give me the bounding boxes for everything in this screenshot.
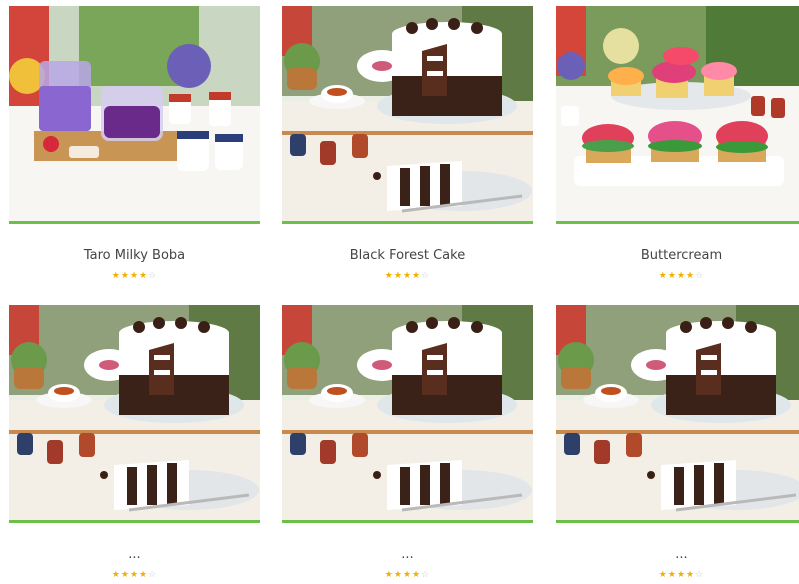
star-filled-icon: ★ xyxy=(120,271,130,281)
star-filled-icon: ★ xyxy=(111,570,121,580)
star-filled-icon: ★ xyxy=(667,570,677,580)
star-filled-icon: ★ xyxy=(658,271,668,281)
product-rating: ★★★★☆ xyxy=(556,570,799,580)
star-filled-icon: ★ xyxy=(120,570,130,580)
star-filled-icon: ★ xyxy=(667,271,677,281)
product-grid: Taro Milky Boba ★★★★☆ Black Forest Cake … xyxy=(0,0,799,584)
black-forest-cake-photo xyxy=(282,305,533,520)
product-card[interactable]: Taro Milky Boba ★★★★☆ xyxy=(9,6,260,281)
product-card[interactable]: ... ★★★★☆ xyxy=(282,305,533,580)
product-image[interactable] xyxy=(9,305,260,523)
black-forest-cake-photo xyxy=(9,305,260,520)
star-empty-icon: ☆ xyxy=(148,570,158,580)
star-empty-icon: ☆ xyxy=(421,271,431,281)
product-card[interactable]: ... ★★★★☆ xyxy=(9,305,260,580)
star-empty-icon: ☆ xyxy=(695,271,705,281)
star-filled-icon: ★ xyxy=(402,570,413,580)
star-filled-icon: ★ xyxy=(111,271,121,281)
product-image[interactable] xyxy=(556,305,799,523)
product-image[interactable] xyxy=(556,6,799,224)
product-card[interactable]: Buttercream ★★★★☆ xyxy=(556,6,799,281)
star-filled-icon: ★ xyxy=(139,271,149,281)
buttercream-cupcakes-photo xyxy=(556,6,799,221)
product-title[interactable]: Buttercream xyxy=(556,248,799,264)
star-filled-icon: ★ xyxy=(676,271,687,281)
product-card[interactable]: Black Forest Cake ★★★★☆ xyxy=(282,6,533,281)
star-empty-icon: ☆ xyxy=(148,271,158,281)
star-empty-icon: ☆ xyxy=(421,570,431,580)
star-filled-icon: ★ xyxy=(412,570,422,580)
product-title[interactable]: ... xyxy=(556,547,799,563)
product-image[interactable] xyxy=(282,6,533,224)
black-forest-cake-photo xyxy=(282,6,533,221)
star-filled-icon: ★ xyxy=(384,570,394,580)
product-title[interactable]: Black Forest Cake xyxy=(282,248,533,264)
star-filled-icon: ★ xyxy=(658,570,668,580)
product-card[interactable]: ... ★★★★☆ xyxy=(556,305,799,580)
product-rating: ★★★★☆ xyxy=(282,570,533,580)
product-rating: ★★★★☆ xyxy=(282,271,533,281)
star-filled-icon: ★ xyxy=(402,271,413,281)
star-empty-icon: ☆ xyxy=(695,570,705,580)
star-filled-icon: ★ xyxy=(393,570,403,580)
star-filled-icon: ★ xyxy=(686,570,696,580)
star-filled-icon: ★ xyxy=(676,570,687,580)
star-filled-icon: ★ xyxy=(139,570,149,580)
star-filled-icon: ★ xyxy=(129,271,140,281)
product-rating: ★★★★☆ xyxy=(9,570,260,580)
product-title[interactable]: ... xyxy=(282,547,533,563)
product-title[interactable]: Taro Milky Boba xyxy=(9,248,260,264)
star-filled-icon: ★ xyxy=(686,271,696,281)
product-rating: ★★★★☆ xyxy=(9,271,260,281)
taro-boba-photo xyxy=(9,6,260,221)
star-filled-icon: ★ xyxy=(412,271,422,281)
product-title[interactable]: ... xyxy=(9,547,260,563)
product-image[interactable] xyxy=(282,305,533,523)
product-image[interactable] xyxy=(9,6,260,224)
star-filled-icon: ★ xyxy=(393,271,403,281)
black-forest-cake-photo xyxy=(556,305,799,520)
star-filled-icon: ★ xyxy=(384,271,394,281)
product-rating: ★★★★☆ xyxy=(556,271,799,281)
star-filled-icon: ★ xyxy=(129,570,140,580)
